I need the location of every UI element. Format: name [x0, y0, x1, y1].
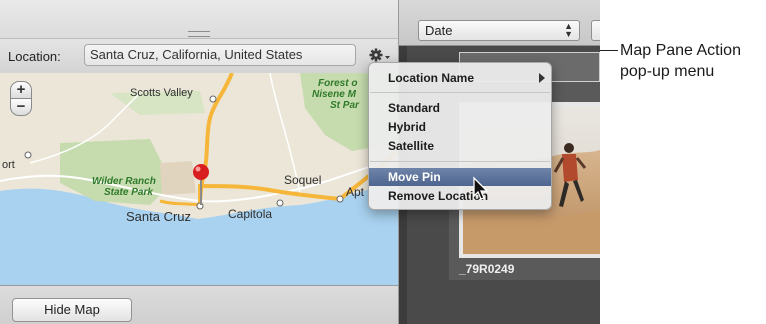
- callout-line: [600, 50, 618, 51]
- menu-item-move-pin[interactable]: Move Pin: [369, 168, 551, 186]
- sort-select[interactable]: Date ▲ ▼: [418, 20, 580, 41]
- menu-item-hybrid[interactable]: Hybrid: [369, 118, 551, 136]
- map-label-forest: Forest o: [318, 78, 358, 89]
- menu-separator: [370, 92, 550, 93]
- menu-item-label: Location Name: [388, 71, 475, 85]
- thumbnail-filename: _79R0249: [459, 262, 515, 276]
- pointer-cursor-icon: [473, 176, 489, 200]
- menu-item-standard[interactable]: Standard: [369, 99, 551, 117]
- map-label-soquel: Soquel: [284, 173, 322, 187]
- map-label-st-park: St Par: [330, 100, 359, 111]
- zoom-out-button[interactable]: −: [10, 98, 32, 116]
- map-label-wilder-ranch: Wilder Ranch: [92, 176, 156, 187]
- submenu-arrow-icon: [539, 73, 545, 83]
- top-strip: [0, 0, 398, 38]
- app-window: Location: Santa Cruz, California, United…: [0, 0, 600, 324]
- callout-text: Map Pane Action pop-up menu: [620, 40, 741, 82]
- map-view[interactable]: + − Scotts Valley Forest o Nisene M St P…: [0, 73, 398, 285]
- bottom-bar: Hide Map: [0, 285, 398, 324]
- menu-item-remove-location[interactable]: Remove Location: [369, 187, 551, 205]
- menu-item-label: Hybrid: [388, 120, 427, 134]
- zoom-in-button[interactable]: +: [10, 81, 32, 99]
- location-bar: Location: Santa Cruz, California, United…: [0, 38, 398, 74]
- menu-item-satellite[interactable]: Satellite: [369, 137, 551, 155]
- menu-item-location-name[interactable]: Location Name: [369, 69, 551, 87]
- sort-select-value: Date: [425, 23, 453, 38]
- browser-toolbar: Date ▲ ▼: [399, 0, 600, 46]
- location-label: Location:: [8, 49, 61, 64]
- map-label-state-park: State Park: [104, 187, 153, 198]
- location-field[interactable]: Santa Cruz, California, United States: [84, 44, 356, 66]
- callout-line-1: Map Pane Action: [620, 42, 741, 59]
- split-handle[interactable]: [188, 31, 210, 37]
- map-label-scotts-valley: Scotts Valley: [130, 87, 193, 99]
- menu-separator: [370, 161, 550, 162]
- map-label-port: ort: [2, 159, 15, 171]
- map-label-capitola: Capitola: [228, 207, 273, 221]
- menu-item-label: Move Pin: [388, 170, 441, 184]
- menu-item-label: Standard: [388, 101, 441, 115]
- toolbar-button[interactable]: [591, 20, 600, 41]
- callout-line-2: pop-up menu: [620, 63, 715, 80]
- hide-map-button[interactable]: Hide Map: [12, 298, 132, 322]
- map-pane: Location: Santa Cruz, California, United…: [0, 0, 399, 324]
- map-label-aptos: Apt: [346, 185, 365, 199]
- map-label-nisene: Nisene M: [312, 89, 356, 100]
- menu-item-label: Satellite: [388, 139, 435, 153]
- map-label-santa-cruz: Santa Cruz: [126, 209, 192, 224]
- chevron-updown-icon: ▲ ▼: [564, 21, 573, 39]
- map-action-popup-menu: Location Name Standard Hybrid Satellite …: [368, 62, 552, 210]
